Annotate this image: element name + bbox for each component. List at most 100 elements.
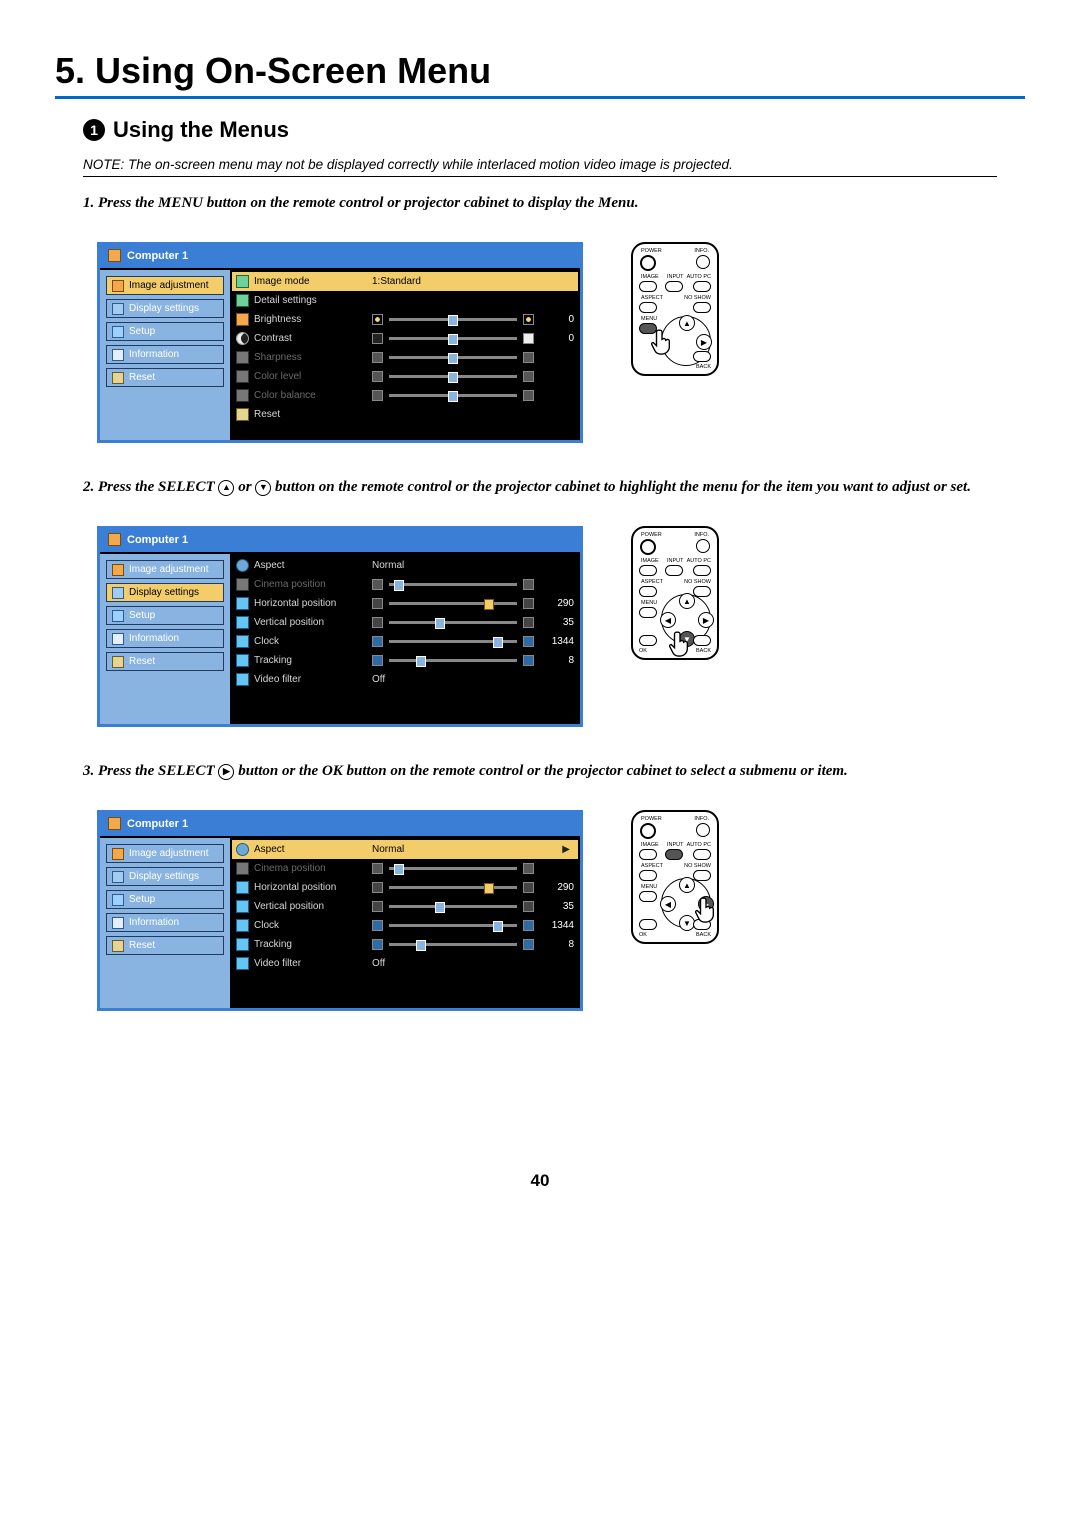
- information-icon: [112, 349, 124, 361]
- sidebar-item-image-adjustment[interactable]: Image adjustment: [106, 560, 224, 579]
- sidebar-item-image-adjustment[interactable]: Image adjustment: [106, 844, 224, 863]
- remote-power-button[interactable]: [640, 255, 656, 271]
- sidebar-item-setup[interactable]: Setup: [106, 322, 224, 341]
- color-balance-low-icon: [372, 390, 383, 401]
- row-tracking[interactable]: Tracking 8: [232, 651, 578, 670]
- osd-main: Aspect Normal ▶ Cinema position Horizont…: [230, 838, 580, 1008]
- remote-right-button[interactable]: ▶: [698, 612, 714, 628]
- row-horizontal-position[interactable]: Horizontal position 290: [232, 594, 578, 613]
- remote-image-button[interactable]: [639, 849, 657, 860]
- contrast-slider[interactable]: [389, 335, 517, 343]
- remote-noshow-button[interactable]: [693, 302, 711, 313]
- clock-slider[interactable]: [389, 638, 517, 646]
- remote-image-button[interactable]: [639, 281, 657, 292]
- remote-back-button[interactable]: [693, 351, 711, 362]
- sidebar-item-information[interactable]: Information: [106, 629, 224, 648]
- row-aspect[interactable]: Aspect Normal: [232, 556, 578, 575]
- remote-autopc-button[interactable]: [693, 849, 711, 860]
- sidebar-item-image-adjustment[interactable]: Image adjustment: [106, 276, 224, 295]
- remote-input-button[interactable]: [665, 565, 683, 576]
- remote-up-button[interactable]: ▲: [679, 315, 695, 331]
- remote-menu-button[interactable]: [639, 891, 657, 902]
- sidebar-item-display-settings[interactable]: Display settings: [106, 583, 224, 602]
- section-title: Using the Menus: [113, 117, 289, 143]
- contrast-icon: [236, 332, 249, 345]
- section-heading: 1 Using the Menus: [83, 117, 1025, 143]
- row-clock[interactable]: Clock 1344: [232, 632, 578, 651]
- row-tracking[interactable]: Tracking 8: [232, 935, 578, 954]
- hand-pointer-icon: [695, 896, 717, 926]
- remote-image-button[interactable]: [639, 565, 657, 576]
- color-level-icon: [236, 370, 249, 383]
- osd-main: Aspect Normal Cinema position Horizontal…: [230, 554, 580, 724]
- remote-aspect-button[interactable]: [639, 302, 657, 313]
- remote-left-button[interactable]: ◀: [660, 612, 676, 628]
- clock-icon: [236, 635, 249, 648]
- remote-left-button[interactable]: ◀: [660, 896, 676, 912]
- sharpness-icon: [236, 351, 249, 364]
- remote-menu-button[interactable]: [639, 607, 657, 618]
- remote-info-button[interactable]: [696, 823, 710, 837]
- row-image-mode[interactable]: Image mode 1:Standard: [232, 272, 578, 291]
- remote-up-button[interactable]: ▲: [679, 593, 695, 609]
- row-video-filter[interactable]: Video filter Off: [232, 670, 578, 689]
- figure-1: Computer 1 Image adjustment Display sett…: [97, 242, 1025, 443]
- remote-ok-button[interactable]: [639, 919, 657, 930]
- sidebar-item-setup[interactable]: Setup: [106, 606, 224, 625]
- tracking-icon: [236, 654, 249, 667]
- information-icon: [112, 917, 124, 929]
- color-balance-high-icon: [523, 390, 534, 401]
- tracking-slider[interactable]: [389, 657, 517, 665]
- horizontal-slider[interactable]: [389, 600, 517, 608]
- chapter-title: 5. Using On-Screen Menu: [55, 50, 1025, 99]
- note-prefix: NOTE:: [83, 157, 128, 172]
- vertical-slider[interactable]: [389, 903, 517, 911]
- row-brightness[interactable]: Brightness 0: [232, 310, 578, 329]
- sidebar-item-information[interactable]: Information: [106, 345, 224, 364]
- sidebar-item-display-settings[interactable]: Display settings: [106, 867, 224, 886]
- remote-aspect-button[interactable]: [639, 586, 657, 597]
- remote-power-button[interactable]: [640, 823, 656, 839]
- color-balance-icon: [236, 389, 249, 402]
- sidebar-item-setup[interactable]: Setup: [106, 890, 224, 909]
- remote-image-label: IMAGE: [641, 274, 659, 280]
- remote-up-button[interactable]: ▲: [679, 877, 695, 893]
- row-video-filter[interactable]: Video filter Off: [232, 954, 578, 973]
- brightness-slider[interactable]: [389, 316, 517, 324]
- sidebar-item-reset[interactable]: Reset: [106, 936, 224, 955]
- sidebar-item-reset[interactable]: Reset: [106, 368, 224, 387]
- sidebar-item-reset[interactable]: Reset: [106, 652, 224, 671]
- brightness-high-icon: [523, 314, 534, 325]
- remote-input-button[interactable]: [665, 281, 683, 292]
- remote-image-label: IMAGE: [641, 558, 659, 564]
- remote-aspect-button[interactable]: [639, 870, 657, 881]
- horizontal-position-icon: [236, 597, 249, 610]
- row-detail-settings[interactable]: Detail settings: [232, 291, 578, 310]
- osd-header: Computer 1: [100, 245, 580, 270]
- clock-slider[interactable]: [389, 922, 517, 930]
- remote-power-button[interactable]: [640, 539, 656, 555]
- remote-input-button[interactable]: [665, 849, 683, 860]
- remote-info-button[interactable]: [696, 255, 710, 269]
- brightness-icon: [236, 313, 249, 326]
- sidebar-item-information[interactable]: Information: [106, 913, 224, 932]
- row-vertical-position[interactable]: Vertical position 35: [232, 613, 578, 632]
- remote-info-button[interactable]: [696, 539, 710, 553]
- remote-autopc-button[interactable]: [693, 281, 711, 292]
- remote-autopc-button[interactable]: [693, 565, 711, 576]
- row-horizontal-position[interactable]: Horizontal position 290: [232, 878, 578, 897]
- tracking-slider[interactable]: [389, 941, 517, 949]
- row-reset[interactable]: Reset: [232, 405, 578, 424]
- remote-ok-button[interactable]: [639, 635, 657, 646]
- row-vertical-position[interactable]: Vertical position 35: [232, 897, 578, 916]
- row-clock[interactable]: Clock 1344: [232, 916, 578, 935]
- remote-right-button[interactable]: ▶: [696, 334, 712, 350]
- display-settings-icon: [112, 303, 124, 315]
- sidebar-label: Information: [129, 917, 179, 928]
- vertical-slider[interactable]: [389, 619, 517, 627]
- horizontal-slider[interactable]: [389, 884, 517, 892]
- row-contrast[interactable]: Contrast 0: [232, 329, 578, 348]
- remote-back-button[interactable]: [693, 635, 711, 646]
- sidebar-item-display-settings[interactable]: Display settings: [106, 299, 224, 318]
- row-aspect[interactable]: Aspect Normal ▶: [232, 840, 578, 859]
